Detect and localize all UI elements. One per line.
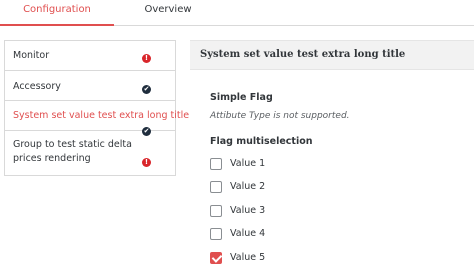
complete-check-icon: ✔ [142, 85, 151, 94]
group-item-label: Group to test static delta prices render… [13, 139, 132, 164]
tab-overview[interactable]: Overview [140, 0, 196, 26]
option-value-5[interactable]: Value 5 [210, 252, 330, 266]
attribute-type-note: Attibute Type is not supported. [210, 111, 350, 121]
group-item-label: System set value test extra long title [13, 110, 190, 121]
attribute-name-flag-multiselection: Flag multiselection [210, 136, 313, 147]
checkbox[interactable] [210, 158, 222, 170]
tab-bar: Configuration Overview [0, 0, 474, 26]
option-label: Value 1 [230, 158, 266, 169]
tab-configuration[interactable]: Configuration [0, 0, 114, 26]
option-value-3[interactable]: Value 3 [210, 205, 330, 219]
option-label: Value 3 [230, 205, 266, 216]
option-label: Value 5 [230, 252, 266, 263]
group-item-label: Accessory [13, 81, 61, 92]
checkbox[interactable] [210, 228, 222, 240]
group-header: System set value test extra long title [190, 40, 474, 70]
group-item-accessory[interactable]: Accessory ✔ [5, 71, 175, 101]
group-item-label: Monitor [13, 50, 50, 61]
option-value-4[interactable]: Value 4 [210, 228, 330, 242]
checkbox[interactable] [210, 181, 222, 193]
error-status-icon: ! [142, 54, 151, 63]
option-value-1[interactable]: Value 1 [210, 158, 330, 172]
checkbox-checked[interactable] [210, 252, 222, 264]
group-item-monitor[interactable]: Monitor ! [5, 41, 175, 71]
option-label: Value 2 [230, 181, 266, 192]
group-list: Monitor ! Accessory ✔ System set value t… [4, 40, 190, 176]
group-item-system-set-value[interactable]: System set value test extra long title ✔ [5, 101, 190, 136]
group-title: System set value test extra long title [200, 49, 406, 60]
error-status-icon: ! [142, 158, 151, 167]
checkbox[interactable] [210, 205, 222, 217]
group-item-static-delta-prices[interactable]: Group to test static delta prices render… [5, 131, 175, 175]
option-label: Value 4 [230, 228, 266, 239]
option-value-2[interactable]: Value 2 [210, 181, 330, 195]
attribute-name-simple-flag: Simple Flag [210, 92, 273, 103]
